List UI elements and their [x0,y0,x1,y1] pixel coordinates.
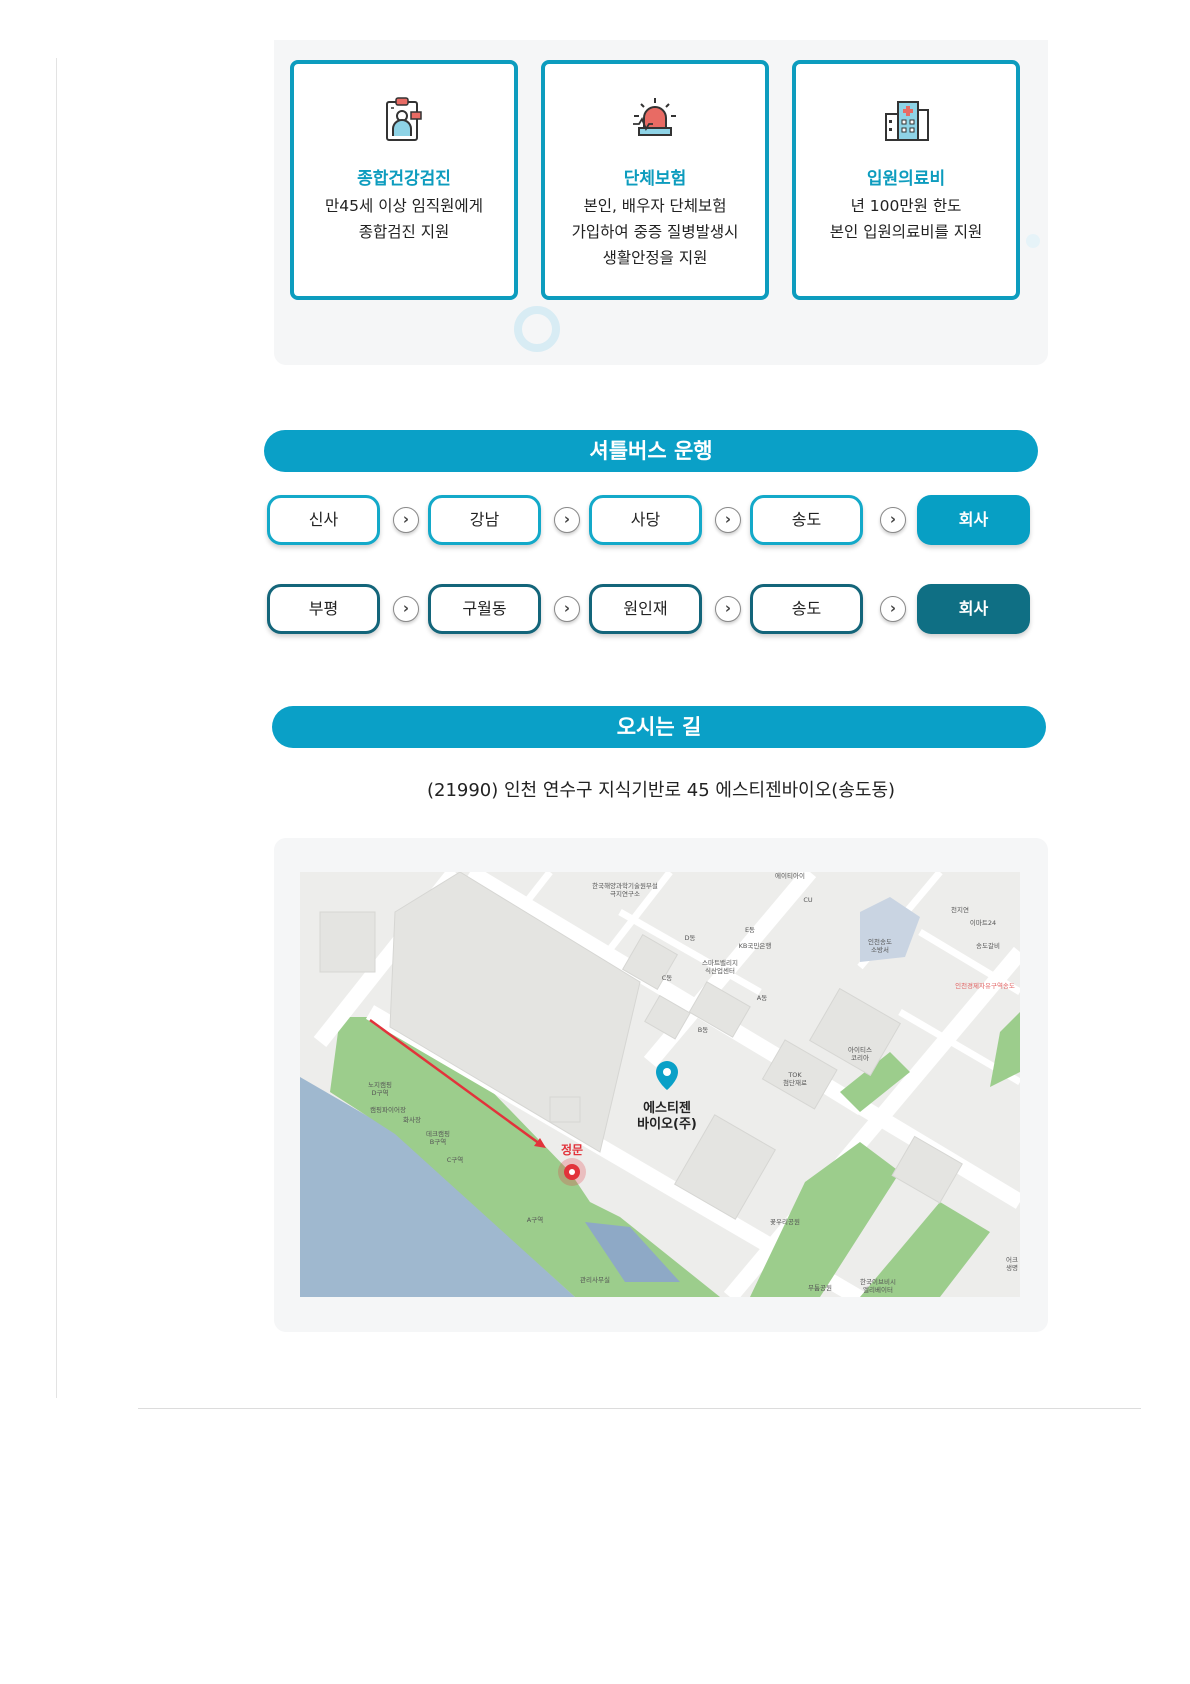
benefit-desc: 만45세 이상 임직원에게 종합검진 지원 [304,193,504,245]
map-label: 캠핑파이어장 [370,1105,406,1114]
benefit-desc-line: 년 100만원 한도 [850,197,962,215]
shuttle-section-title: 셔틀버스 운행 [264,430,1038,472]
shuttle-stop: 구월동 [428,584,541,634]
directions-section-title: 오시는 길 [272,706,1046,748]
map-label: 인천송도 [868,937,892,946]
map-label: 천지연 [951,905,969,914]
map-label: 극지연구소 [610,889,640,898]
shuttle-destination: 회사 [917,495,1030,545]
benefit-title: 종합건강검진 [357,169,451,189]
benefit-title: 단체보험 [623,169,687,189]
benefit-desc-line: 만45세 이상 임직원에게 [325,197,483,215]
shuttle-stop: 사당 [589,495,702,545]
map-label: C구역 [447,1155,464,1164]
map-label: B동 [698,1026,708,1034]
map-label: KB국민은행 [739,941,772,950]
benefit-title: 입원의료비 [866,169,946,189]
map-label: 인천경제자유구역송도 [955,981,1015,990]
address-text: (21990) 인천 연수구 지식기반로 45 에스티젠바이오(송도동) [426,780,896,801]
map-gate-label: 정문 [561,1142,583,1157]
chevron-right-icon: › [715,507,741,533]
map-label: 첨단재료 [783,1078,807,1087]
map-label: 엘리베이터 [863,1285,893,1294]
map-label: 스마트밸리지 [702,958,738,967]
chevron-right-icon: › [393,596,419,622]
map-label: D구역 [372,1088,389,1097]
map-label: 생명 [1006,1263,1018,1272]
map-label: B구역 [430,1137,446,1146]
footer-divider [138,1408,1141,1409]
map-label: 코리아 [851,1053,869,1062]
map-label: 소방서 [871,945,889,954]
map-label: D동 [685,934,696,942]
chevron-right-icon: › [393,507,419,533]
shuttle-stop: 부평 [267,584,380,634]
benefit-desc-line: 가입하여 중증 질병발생시 [571,223,739,241]
benefit-card-checkup: 종합건강검진 만45세 이상 임직원에게 종합검진 지원 [290,60,518,300]
shuttle-stop: 원인재 [589,584,702,634]
map-label: 어크 [1006,1255,1018,1264]
location-map[interactable]: 한국해양과학기술원부설 극지연구소 에이티아이 CU E동 D동 KB국민은행 … [300,872,1020,1297]
map-label: E동 [745,926,755,934]
benefit-desc: 년 100만원 한도 본인 입원의료비를 지원 [806,193,1006,245]
benefit-card-hospital: 입원의료비 년 100만원 한도 본인 입원의료비를 지원 [792,60,1020,300]
chevron-right-icon: › [880,596,906,622]
map-label: CU [803,896,813,904]
shuttle-stop: 송도 [750,584,863,634]
map-label: TOK [787,1071,802,1079]
benefit-card-insurance: 단체보험 본인, 배우자 단체보험 가입하여 중증 질병발생시 생활안정을 지원 [541,60,769,300]
map-marker-name: 바이오(주) [637,1116,697,1132]
decor-ring [514,306,560,352]
map-label: 화사장 [403,1115,421,1124]
benefit-desc-line: 생활안정을 지원 [602,249,708,267]
benefit-desc: 본인, 배우자 단체보험 가입하여 중증 질병발생시 생활안정을 지원 [555,193,755,271]
map-label: 관리사무실 [580,1275,610,1284]
chevron-right-icon: › [554,596,580,622]
shuttle-destination: 회사 [917,584,1030,634]
medical-checkup-icon [378,94,430,146]
shuttle-stop: 송도 [750,495,863,545]
map-label: 한국해양과학기술원부설 [592,881,658,890]
map-label: 노지캠핑 [368,1080,392,1089]
benefit-desc-line: 본인 입원의료비를 지원 [829,223,983,241]
map-label: 꽃우리공원 [770,1217,800,1226]
map-label: 송도갈비 [976,941,1000,950]
shuttle-stop: 강남 [428,495,541,545]
map-label: 무툼공원 [808,1283,832,1292]
left-divider [56,58,57,1398]
map-label: 에이티아이 [775,872,805,880]
map-label: A구역 [527,1215,543,1224]
map-label: C동 [662,974,673,982]
chevron-right-icon: › [715,596,741,622]
map-label: 식산업센터 [705,966,735,975]
map-label: 한국이브비시 [860,1277,896,1286]
chevron-right-icon: › [880,507,906,533]
decor-dot [1026,234,1040,248]
map-marker-name: 에스티젠 [643,1100,691,1116]
map-label: 이마트24 [970,918,996,927]
shuttle-stop: 신사 [267,495,380,545]
emergency-insurance-icon [629,94,681,146]
map-label: 데크캠핑 [426,1129,450,1138]
benefit-desc-line: 본인, 배우자 단체보험 [583,197,727,215]
benefit-desc-line: 종합검진 지원 [358,223,450,241]
map-label: A동 [757,994,767,1002]
chevron-right-icon: › [554,507,580,533]
hospital-icon [880,94,932,146]
map-label: 아이티스 [848,1045,872,1054]
